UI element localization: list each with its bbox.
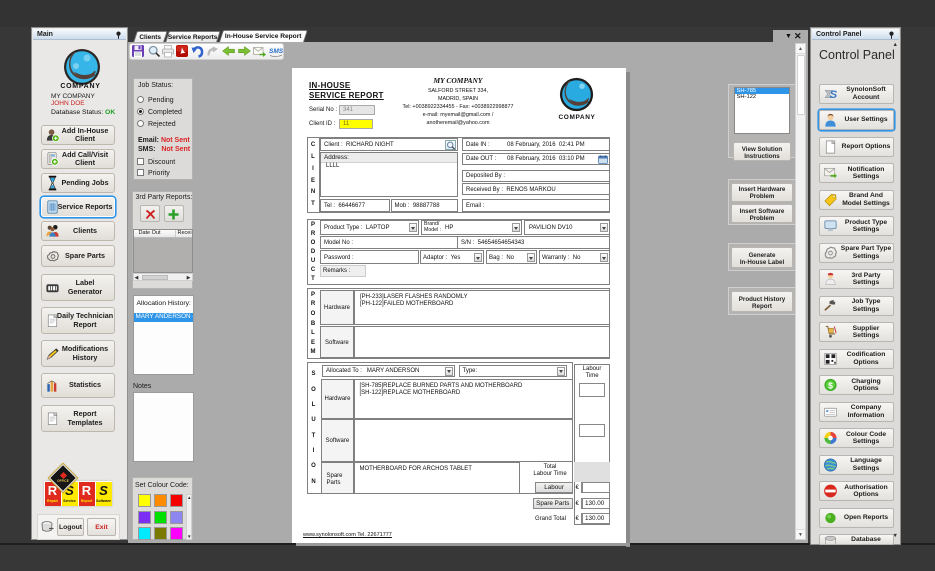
svg-text:SMS: SMS bbox=[269, 48, 283, 55]
svg-text:$: $ bbox=[828, 380, 833, 390]
svg-text:S: S bbox=[830, 89, 838, 101]
